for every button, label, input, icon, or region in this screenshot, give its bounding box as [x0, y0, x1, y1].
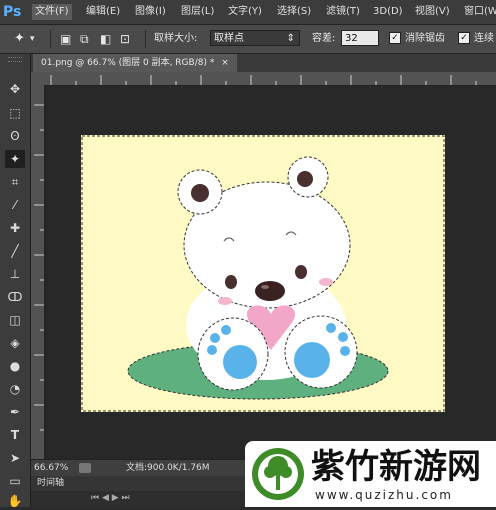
bear-left-toe — [210, 333, 220, 343]
document-tab-bar: 01.png @ 66.7% (图层 0 副本, RGB/8) * × — [31, 54, 496, 72]
path-selection-tool-icon[interactable]: ➤ — [5, 449, 25, 467]
bear-right-ear-inner — [297, 171, 313, 187]
watermark-site-name: 紫竹新游网 — [311, 447, 481, 487]
menu-layer[interactable]: 图层(L) — [178, 4, 217, 20]
bear-left-eye — [225, 275, 237, 289]
menu-edit[interactable]: 编辑(E) — [83, 4, 123, 20]
timeline-label[interactable]: 时间轴 — [37, 477, 64, 490]
document-info: 文档:900.0K/1.76M — [126, 463, 210, 473]
bear-right-toe — [326, 323, 336, 333]
history-brush-tool-icon[interactable]: ↀ — [5, 288, 25, 306]
document-tab[interactable]: 01.png @ 66.7% (图层 0 副本, RGB/8) * × — [33, 54, 237, 72]
close-icon[interactable]: × — [221, 58, 229, 68]
bear-nose — [255, 281, 285, 301]
horizontal-ruler[interactable] — [31, 72, 496, 86]
bear-left-ear-inner — [191, 184, 209, 202]
menu-type[interactable]: 文字(Y) — [225, 4, 265, 20]
dodge-tool-icon[interactable]: ◔ — [5, 380, 25, 398]
bear-nose-highlight — [261, 285, 269, 289]
vertical-ruler[interactable] — [31, 85, 45, 459]
bear-right-paw-pad — [294, 342, 330, 378]
timeline-play-controls-icon[interactable]: ⏮ ◀ ▶ ⏭ — [91, 493, 130, 503]
contiguous-checkbox[interactable]: ✓ — [458, 32, 470, 44]
clone-stamp-tool-icon[interactable]: ⊥ — [5, 265, 25, 283]
watermark-url: www.quzizhu.com — [315, 488, 453, 502]
divider — [50, 30, 51, 48]
bear-right-toe — [340, 346, 350, 356]
blur-tool-icon[interactable]: ● — [5, 357, 25, 375]
magic-wand-tool-icon[interactable]: ✦ — [5, 150, 25, 168]
chevron-down-icon[interactable]: ▾ — [30, 31, 35, 47]
photoshop-logo: Ps — [3, 4, 22, 20]
eraser-tool-icon[interactable]: ◫ — [5, 311, 25, 329]
move-tool-icon[interactable]: ✥ — [5, 80, 25, 98]
eyedropper-tool-icon[interactable]: ⁄ — [5, 196, 25, 214]
bear-left-toe — [221, 325, 231, 335]
tolerance-label: 容差: — [312, 33, 336, 44]
bear-left-paw-pad — [223, 345, 257, 379]
zoom-level[interactable]: 66.67% — [34, 462, 68, 474]
pen-tool-icon[interactable]: ✒ — [5, 403, 25, 421]
chevron-down-icon: ⇕ — [286, 33, 295, 44]
toolbox: ✥ ⬚ ʘ ✦ ⌗ ⁄ ✚ ╱ ⊥ ↀ ◫ ◈ ● ◔ ✒ T ➤ ▭ ✋ — [0, 54, 31, 510]
crop-tool-icon[interactable]: ⌗ — [5, 173, 25, 191]
document-tab-title: 01.png @ 66.7% (图层 0 副本, RGB/8) * — [41, 58, 215, 68]
brush-tool-icon[interactable]: ╱ — [5, 242, 25, 260]
sample-size-select[interactable]: 取样点 ⇕ — [210, 30, 300, 46]
menu-3d[interactable]: 3D(D) — [370, 4, 406, 20]
paint-bucket-tool-icon[interactable]: ◈ — [5, 334, 25, 352]
bear-right-toe — [338, 332, 348, 342]
tolerance-input[interactable]: 32 — [341, 30, 379, 46]
marquee-tool-icon[interactable]: ⬚ — [5, 104, 25, 122]
hand-tool-icon[interactable]: ✋ — [5, 492, 25, 510]
bear-illustration — [81, 135, 445, 412]
menu-filter[interactable]: 滤镜(T) — [323, 4, 363, 20]
menu-file[interactable]: 文件(F) — [32, 4, 72, 20]
status-info-icon[interactable] — [79, 463, 91, 473]
options-bar: ✦ ▾ ▣ ⧉ ◧ ⊡ 取样大小: 取样点 ⇕ 容差: 32 ✓ 消除锯齿 ✓ … — [0, 25, 496, 54]
antialias-label: 消除锯齿 — [405, 33, 445, 44]
add-selection-icon[interactable]: ⧉ — [80, 31, 89, 47]
healing-brush-tool-icon[interactable]: ✚ — [5, 219, 25, 237]
toolbox-grip[interactable] — [8, 57, 22, 62]
watermark-logo-icon — [252, 448, 304, 500]
bear-right-cheek — [319, 278, 333, 286]
site-watermark: 紫竹新游网 www.quzizhu.com — [245, 441, 496, 507]
divider — [145, 30, 146, 48]
new-selection-icon[interactable]: ▣ — [60, 31, 71, 47]
menu-view[interactable]: 视图(V) — [412, 4, 453, 20]
menu-window[interactable]: 窗口(W) — [461, 4, 496, 20]
ruler-ticks — [50, 75, 477, 85]
magic-wand-preset-icon[interactable]: ✦ — [14, 31, 25, 47]
subtract-selection-icon[interactable]: ◧ — [100, 31, 111, 47]
ruler-ticks — [34, 104, 44, 431]
type-tool-icon[interactable]: T — [5, 426, 25, 444]
menu-select[interactable]: 选择(S) — [274, 4, 314, 20]
sample-size-value: 取样点 — [214, 33, 244, 44]
contiguous-label: 连续 — [474, 33, 494, 44]
menu-bar: Ps 文件(F) 编辑(E) 图像(I) 图层(L) 文字(Y) 选择(S) 滤… — [0, 0, 496, 25]
lasso-tool-icon[interactable]: ʘ — [5, 127, 25, 145]
bear-left-cheek — [218, 297, 232, 305]
antialias-checkbox[interactable]: ✓ — [389, 32, 401, 44]
document-canvas[interactable] — [81, 135, 445, 412]
sample-size-label: 取样大小: — [154, 33, 198, 44]
intersect-selection-icon[interactable]: ⊡ — [120, 31, 130, 47]
bear-right-eye — [295, 265, 307, 279]
bear-left-toe — [207, 345, 217, 355]
rectangle-tool-icon[interactable]: ▭ — [5, 472, 25, 490]
menu-image[interactable]: 图像(I) — [132, 4, 169, 20]
